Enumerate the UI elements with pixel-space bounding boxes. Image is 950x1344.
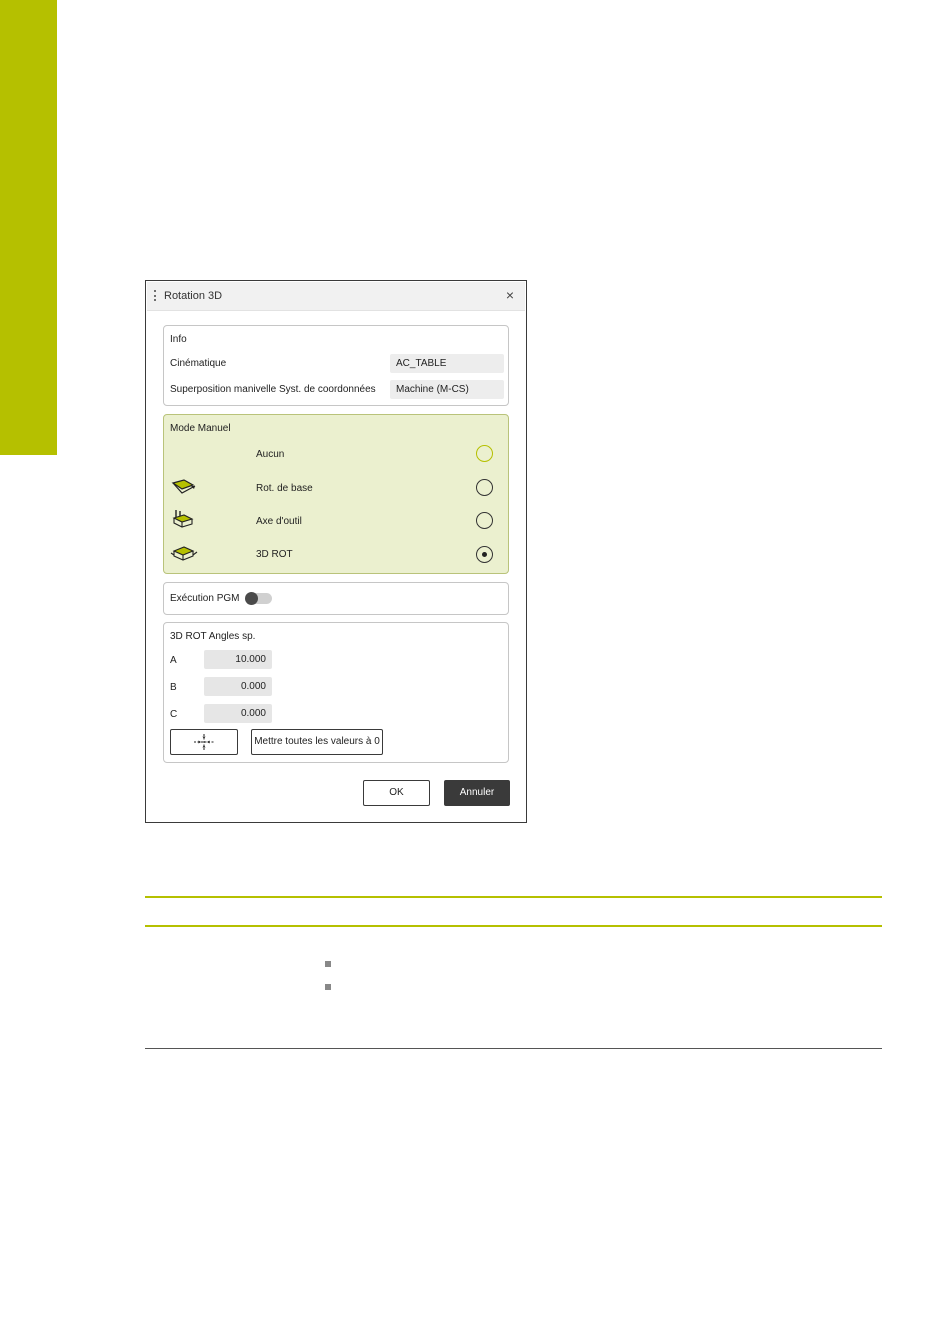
info-heading: Info [170, 334, 187, 345]
execution-pgm-label: Exécution PGM [170, 593, 240, 604]
dialog-titlebar[interactable]: Rotation 3D × [147, 282, 525, 311]
table-top-rule [145, 896, 882, 898]
angle-a-value[interactable]: 10.000 [204, 650, 272, 669]
table-bottom-rule [145, 1048, 882, 1049]
cancel-button[interactable]: Annuler [444, 780, 510, 806]
angles-heading: 3D ROT Angles sp. [170, 631, 256, 642]
mode-option-3d-rot-radio[interactable] [476, 546, 493, 563]
dialog-title: Rotation 3D [164, 290, 223, 302]
3d-rot-angles-group: 3D ROT Angles sp. A 10.000 B 0.000 C 0.0… [163, 622, 509, 763]
mode-option-base-rotation-radio[interactable] [476, 479, 493, 496]
list-bullet [325, 984, 331, 990]
angle-b-label: B [170, 682, 177, 693]
mode-option-base-rotation-label: Rot. de base [256, 483, 313, 494]
rotation-3d-dialog: Rotation 3D × Info Cinématique AC_TABLE … [145, 280, 527, 823]
close-button[interactable]: × [506, 288, 514, 302]
center-axes-button[interactable] [170, 729, 238, 755]
angle-b-value[interactable]: 0.000 [204, 677, 272, 696]
angle-c-label: C [170, 709, 178, 720]
mode-option-3d-rot-label: 3D ROT [256, 549, 293, 560]
3d-rot-icon [170, 546, 198, 561]
execution-pgm-group: Exécution PGM [163, 582, 509, 615]
kinematics-label: Cinématique [170, 358, 227, 369]
center-axes-icon [194, 734, 214, 750]
ok-button[interactable]: OK [363, 780, 430, 806]
overlay-value: Machine (M-CS) [390, 380, 504, 399]
info-group: Info Cinématique AC_TABLE Superposition … [163, 325, 509, 406]
overlay-label: Superposition manivelle Syst. de coordon… [170, 384, 376, 395]
execution-pgm-toggle[interactable] [245, 592, 272, 605]
kinematics-value: AC_TABLE [390, 354, 504, 373]
base-rotation-icon [171, 479, 196, 494]
angle-c-value[interactable]: 0.000 [204, 704, 272, 723]
angle-a-label: A [170, 655, 177, 666]
mode-option-tool-axis-radio[interactable] [476, 512, 493, 529]
mode-option-tool-axis-label: Axe d'outil [256, 516, 302, 527]
manual-mode-heading: Mode Manuel [170, 423, 231, 434]
tool-axis-icon [172, 510, 194, 528]
mode-option-none-label: Aucun [256, 449, 285, 460]
chapter-side-bar [0, 0, 57, 455]
table-header-rule [145, 925, 882, 927]
list-bullet [325, 961, 331, 967]
reset-all-values-button[interactable]: Mettre toutes les valeurs à 0 [251, 729, 383, 755]
mode-option-none-radio[interactable] [476, 445, 493, 462]
drag-handle-icon[interactable] [154, 290, 157, 301]
manual-mode-group: Mode Manuel Aucun Rot. de base Axe d'out… [163, 414, 509, 574]
